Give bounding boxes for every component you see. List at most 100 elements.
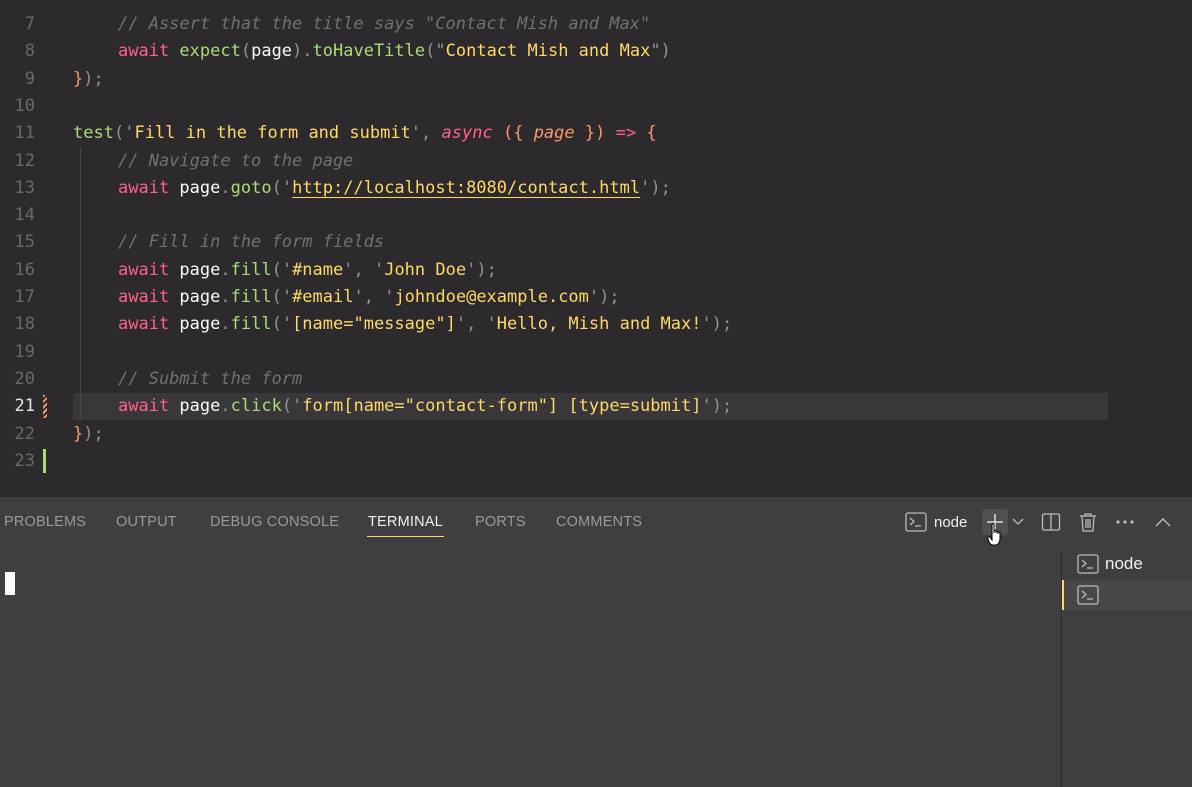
code-token: ). — [292, 41, 313, 61]
code-token: ({ — [502, 123, 534, 143]
active-tab-indicator — [367, 536, 444, 537]
code-line[interactable]: 11 test('Fill in the form and submit', as… — [0, 120, 1192, 147]
code-token: fill — [230, 260, 272, 280]
line-number: 14 — [14, 205, 35, 225]
code-line[interactable]: 21 await page.click('form[name="contact-f… — [0, 393, 1192, 420]
terminal-output[interactable] — [0, 549, 1061, 787]
code-token: // Assert that the title says "Contact M… — [118, 14, 651, 34]
terminal-list-label: node — [1105, 554, 1143, 573]
chevron-up-icon — [1155, 518, 1171, 527]
terminal-icon — [1077, 585, 1099, 605]
code-text: // Submit the form — [118, 366, 302, 393]
code-token: goto — [230, 178, 272, 198]
code-line[interactable]: 9}); — [0, 66, 1192, 93]
code-token: " — [435, 41, 446, 61]
code-token: . — [220, 178, 231, 198]
split-terminal-button[interactable] — [1040, 509, 1062, 535]
tab-debug-console[interactable]: DEBUG CONSOLE — [210, 514, 339, 530]
code-token: expect — [179, 41, 241, 61]
terminal-name: node — [934, 513, 968, 531]
code-token: [name="message"] — [292, 314, 456, 334]
code-token: Fill in the form and submit — [134, 123, 411, 143]
code-text: await page.click('form[name="contact-for… — [118, 393, 732, 420]
code-token: ( — [425, 41, 436, 61]
tab-ports[interactable]: PORTS — [475, 514, 526, 530]
tab-comments[interactable]: COMMENTS — [556, 514, 642, 530]
code-editor[interactable]: 7 // Assert that the title says "Contact … — [0, 0, 1192, 497]
code-token: (' — [271, 260, 293, 280]
code-token: ' — [640, 178, 651, 198]
code-line[interactable]: 16 await page.fill('#name', 'John Doe'); — [0, 257, 1192, 284]
tab-output[interactable]: OUTPUT — [116, 514, 177, 530]
tab-terminal[interactable]: TERMINAL — [368, 514, 443, 530]
code-line[interactable]: 14 — [0, 202, 1192, 229]
line-number: 8 — [24, 41, 35, 61]
code-token: page — [533, 123, 575, 143]
code-token: page — [251, 41, 293, 61]
ellipsis-icon — [1116, 520, 1134, 524]
terminal-selector[interactable]: node — [905, 509, 975, 535]
code-line[interactable]: 10 — [0, 93, 1192, 120]
code-line[interactable]: 19 — [0, 339, 1192, 366]
indent-guide — [80, 148, 81, 421]
code-token: '); — [588, 287, 620, 307]
code-line[interactable]: 12 // Navigate to the page — [0, 148, 1192, 175]
code-token: ' — [410, 123, 422, 143]
terminal-icon — [1077, 554, 1099, 574]
terminal-icon — [905, 512, 927, 532]
code-line[interactable]: 17 await page.fill('#email', 'johndoe@exa… — [0, 284, 1192, 311]
hand-cursor-icon — [987, 523, 1001, 546]
code-token: ); — [650, 178, 671, 198]
line-number: 13 — [14, 178, 35, 198]
line-number: 19 — [14, 342, 35, 362]
line-number: 12 — [14, 151, 35, 171]
terminal-profile-dropdown[interactable] — [1009, 509, 1027, 535]
code-token: http://localhost:8080/contact.html — [292, 178, 641, 198]
bottom-panel: PROBLEMS OUTPUT DEBUG CONSOLE TERMINAL PORTS… — [0, 497, 1192, 787]
code-token: . — [220, 396, 231, 416]
code-token: (' — [271, 314, 293, 334]
code-line[interactable]: 22}); — [0, 421, 1192, 448]
code-line[interactable]: 23 — [0, 448, 1192, 475]
code-token: (' — [281, 396, 303, 416]
tab-problems[interactable]: PROBLEMS — [4, 514, 86, 530]
code-text: await page.goto('http://localhost:8080/c… — [118, 175, 671, 202]
line-number: 22 — [14, 424, 35, 444]
code-token: ', ' — [343, 260, 385, 280]
terminal-list-item[interactable]: node — [1062, 549, 1192, 579]
code-line[interactable]: 15 // Fill in the form fields — [0, 229, 1192, 256]
code-token: ( — [113, 123, 125, 143]
code-line[interactable]: 7 // Assert that the title says "Contact … — [0, 11, 1192, 38]
modified-line-gutter-marker[interactable] — [43, 395, 47, 418]
code-token: ); — [83, 424, 104, 444]
code-token: #name — [292, 260, 344, 280]
code-token: '); — [701, 396, 733, 416]
code-token: . — [220, 287, 231, 307]
maximize-panel-button[interactable] — [1152, 509, 1174, 535]
code-token: . — [220, 260, 231, 280]
code-token: page — [179, 314, 221, 334]
more-actions-button[interactable] — [1114, 509, 1136, 535]
code-token: Hello, Mish and Max! — [496, 314, 702, 334]
code-token: page — [179, 396, 221, 416]
kill-terminal-button[interactable] — [1077, 509, 1099, 535]
code-token: await — [118, 178, 180, 198]
code-token: test — [73, 123, 114, 143]
code-line[interactable]: 13 await page.goto('http://localhost:8080… — [0, 175, 1192, 202]
added-line-gutter-marker[interactable] — [43, 449, 46, 473]
code-line[interactable]: 8 await expect(page).toHaveTitle("Contact… — [0, 38, 1192, 65]
code-line[interactable]: 20 // Submit the form — [0, 366, 1192, 393]
code-token: async — [441, 123, 493, 143]
code-token: page — [179, 260, 221, 280]
terminal-list-item[interactable] — [1062, 580, 1192, 610]
code-token: page — [179, 287, 221, 307]
code-token: await — [118, 396, 180, 416]
code-token: }) — [574, 123, 606, 143]
code-text: // Navigate to the page — [118, 148, 353, 175]
code-line[interactable]: 18 await page.fill('[name="message"]', 'H… — [0, 311, 1192, 338]
code-text: // Fill in the form fields — [118, 229, 384, 256]
code-token: ) — [660, 41, 671, 61]
code-token: await — [118, 260, 180, 280]
code-token: { — [646, 123, 657, 143]
